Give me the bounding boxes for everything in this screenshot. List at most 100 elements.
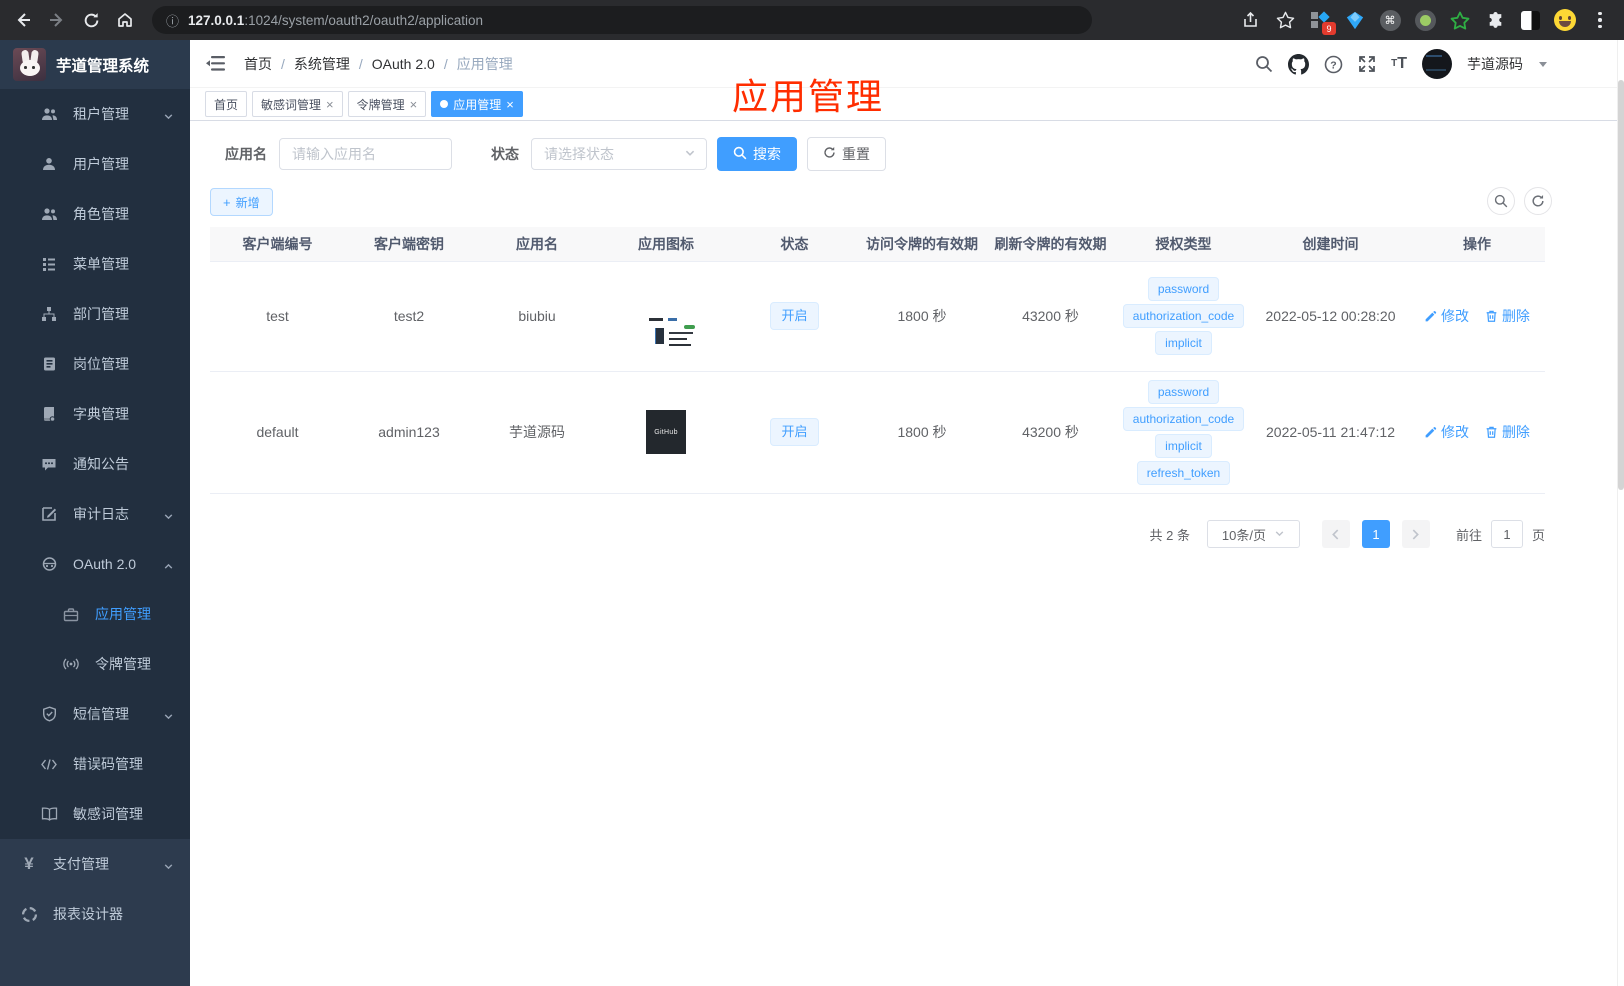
cell-actions: 修改 删除 [1409, 371, 1545, 494]
edit-link[interactable]: 修改 [1424, 422, 1469, 442]
top-navbar: 首页 / 系统管理 / OAuth 2.0 / 应用管理 ? TT 芋道源码 [190, 40, 1624, 88]
tag-home[interactable]: 首页 [205, 91, 248, 117]
sidebar-item-oauth-token[interactable]: 令牌管理 [0, 639, 190, 689]
grant-tag: password [1147, 379, 1220, 404]
browser-forward-icon[interactable] [40, 6, 74, 34]
sidebar-item-pay[interactable]: ¥ 支付管理 [0, 839, 190, 889]
page-scrollbar[interactable] [1617, 40, 1624, 986]
sidebar-item-sensitive[interactable]: 敏感词管理 [0, 789, 190, 839]
col-client-secret: 客户端密钥 [345, 227, 473, 262]
goto-page-input[interactable] [1490, 520, 1523, 548]
oauth-robot-icon [40, 555, 58, 573]
command-extension-icon[interactable]: ⌘ [1376, 6, 1404, 34]
browser-home-icon[interactable] [108, 6, 142, 34]
prev-page-button[interactable] [1321, 520, 1350, 548]
col-access-validity: 访问令牌的有效期 [858, 227, 986, 262]
reset-button[interactable]: 重置 [807, 137, 886, 171]
tag-application-active[interactable]: 应用管理 × [431, 91, 523, 117]
font-size-icon[interactable]: TT [1391, 56, 1407, 72]
vue-devtools-gem-icon[interactable] [1341, 6, 1369, 34]
grant-tag: authorization_code [1122, 304, 1245, 328]
sidebar-item-errorcode[interactable]: 错误码管理 [0, 739, 190, 789]
extension-grid-icon[interactable]: 9 [1306, 6, 1336, 35]
status-select[interactable]: 请选择状态 [531, 138, 707, 170]
url-bar[interactable]: ⓘ 127.0.0.1:1024/system/oauth2/oauth2/ap… [152, 6, 1092, 34]
dept-org-icon [40, 305, 58, 323]
sidebar-item-dict[interactable]: 字典管理 [0, 389, 190, 439]
goto-label: 前往 [1455, 527, 1482, 543]
grant-tag: password [1147, 277, 1220, 301]
help-icon[interactable]: ? [1324, 55, 1343, 74]
fullscreen-icon[interactable] [1358, 55, 1376, 73]
applications-table: 客户端编号 客户端密钥 应用名 应用图标 状态 访问令牌的有效期 刷新令牌的有效… [210, 227, 1545, 494]
delete-link[interactable]: 删除 [1485, 422, 1530, 442]
refresh-table-button[interactable] [1524, 187, 1552, 215]
app-logo[interactable]: 芋道管理系统 [0, 40, 190, 89]
breadcrumb-oauth[interactable]: OAuth 2.0 [372, 56, 435, 72]
user-name[interactable]: 芋道源码 [1467, 54, 1523, 74]
cell-client-id: test [210, 261, 345, 372]
toggle-search-button[interactable] [1487, 187, 1515, 215]
sidebar-item-report-designer[interactable]: 报表设计器 [0, 889, 190, 939]
sidebar-item-oauth-application[interactable]: 应用管理 [0, 589, 190, 639]
extensions-puzzle-icon[interactable] [1481, 6, 1509, 34]
site-info-icon[interactable]: ⓘ [166, 11, 179, 30]
role-users-icon [40, 205, 58, 223]
add-button[interactable]: + 新增 [210, 188, 273, 216]
sidebar-collapse-icon[interactable] [206, 55, 226, 72]
grant-tag: implicit [1155, 331, 1212, 355]
edit-link[interactable]: 修改 [1424, 306, 1469, 326]
breadcrumb-home[interactable]: 首页 [244, 54, 272, 74]
cell-status: 开启 [731, 371, 858, 494]
sidebar-item-dept[interactable]: 部门管理 [0, 289, 190, 339]
status-label: 状态 [491, 146, 519, 162]
close-icon[interactable]: × [506, 98, 514, 111]
tag-sensitive-word[interactable]: 敏感词管理 × [252, 91, 343, 117]
sms-shield-icon [40, 705, 58, 723]
browser-menu-icon[interactable] [1586, 6, 1614, 34]
sidebar-item-oauth[interactable]: OAuth 2.0 [0, 539, 190, 589]
sidebar-item-tenant[interactable]: 租户管理 [0, 89, 190, 139]
app-name-input[interactable] [279, 138, 452, 170]
cell-refresh-validity: 43200 秒 [986, 371, 1115, 494]
col-actions: 操作 [1409, 227, 1545, 262]
user-avatar[interactable] [1422, 49, 1452, 79]
sidebar-item-label: 应用管理 [95, 606, 151, 622]
close-icon[interactable]: × [326, 98, 334, 111]
browser-reload-icon[interactable] [74, 6, 108, 34]
status-badge: 开启 [770, 302, 819, 330]
chevron-down-icon [684, 146, 696, 162]
scrollbar-thumb[interactable] [1618, 80, 1624, 490]
search-button[interactable]: 搜索 [717, 137, 797, 171]
recorder-extension-icon[interactable] [1411, 6, 1439, 34]
green-star-extension-icon[interactable] [1446, 6, 1474, 34]
sidebar-item-label: 报表设计器 [53, 906, 123, 922]
sidebar-item-label: 字典管理 [73, 406, 129, 422]
sidebar-item-notice[interactable]: 通知公告 [0, 439, 190, 489]
next-page-button[interactable] [1401, 520, 1430, 548]
col-client-id: 客户端编号 [210, 227, 345, 262]
github-icon[interactable] [1288, 53, 1310, 75]
close-icon[interactable]: × [410, 98, 418, 111]
sidebar-item-post[interactable]: 岗位管理 [0, 339, 190, 389]
delete-link[interactable]: 删除 [1485, 306, 1530, 326]
dark-mode-extension-icon[interactable] [1516, 6, 1544, 34]
sidebar-item-label: 菜单管理 [73, 256, 129, 272]
sidebar-item-role[interactable]: 角色管理 [0, 189, 190, 239]
sidebar-item-menu[interactable]: 菜单管理 [0, 239, 190, 289]
cell-access-validity: 1800 秒 [858, 261, 986, 372]
share-icon[interactable] [1236, 6, 1264, 34]
sidebar-menu: 租户管理 用户管理 角色管理 菜单管理 部门管理 岗位管理 字典管理 通知公告 … [0, 89, 190, 839]
profile-emoji-avatar[interactable] [1551, 6, 1579, 34]
search-icon[interactable] [1255, 55, 1273, 73]
page-size-select[interactable]: 10条/页 [1206, 520, 1300, 548]
bookmark-star-icon[interactable] [1271, 6, 1299, 34]
sidebar-item-user[interactable]: 用户管理 [0, 139, 190, 189]
sidebar-item-audit[interactable]: 审计日志 [0, 489, 190, 539]
sidebar-item-sms[interactable]: 短信管理 [0, 689, 190, 739]
page-number-current[interactable]: 1 [1361, 520, 1390, 548]
tag-token[interactable]: 令牌管理 × [347, 91, 427, 117]
chevron-down-icon[interactable] [1538, 55, 1548, 73]
breadcrumb-system[interactable]: 系统管理 [294, 54, 350, 74]
browser-back-icon[interactable] [6, 6, 40, 34]
